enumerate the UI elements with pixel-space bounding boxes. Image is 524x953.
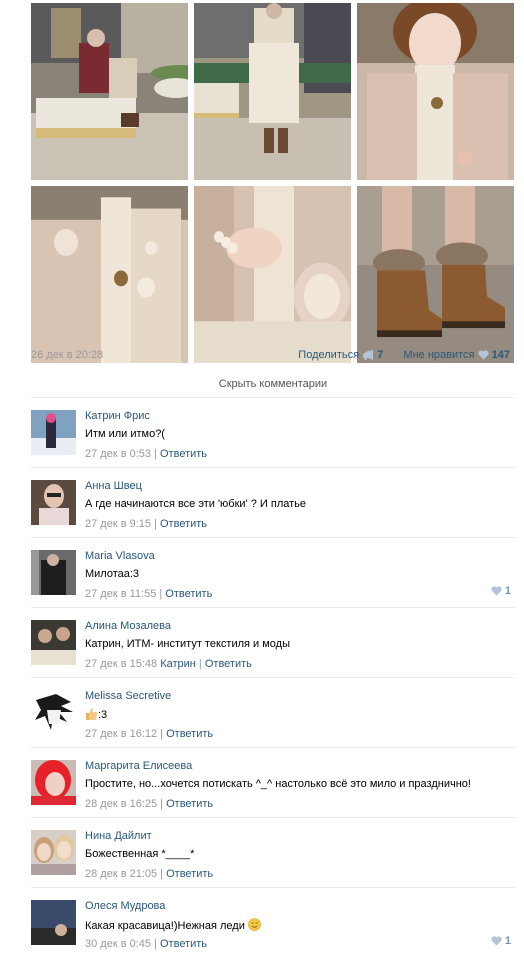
comment-time[interactable]: 27 дек в 0:53: [85, 448, 151, 460]
comment-item: Маргарита Елисеева Простите, но...хочетс…: [31, 747, 515, 817]
comment-time[interactable]: 27 дек в 16:12: [85, 728, 157, 740]
like-count: 147: [491, 349, 510, 361]
comment-time[interactable]: 30 дек в 0:45: [85, 938, 151, 950]
comment-author[interactable]: Нина Дайлит: [85, 830, 152, 842]
reply-to-link[interactable]: Катрин: [160, 658, 196, 670]
heart-icon: [491, 586, 502, 596]
heart-icon: [477, 350, 489, 360]
comment-text: Простите, но...хочется потискать ^_^ нас…: [85, 778, 471, 790]
avatar[interactable]: [31, 830, 76, 875]
comment-time[interactable]: 27 дек в 15:48: [85, 658, 157, 670]
heart-icon: [491, 936, 502, 946]
comment-item: Олеся Мудрова Какая красавица!)Нежная ле…: [31, 887, 515, 953]
avatar[interactable]: [31, 900, 76, 945]
comment-meta: 28 дек в 16:25 | Ответить: [85, 798, 214, 810]
avatar[interactable]: [31, 760, 76, 805]
hide-comments-link[interactable]: Скрыть комментарии: [31, 378, 515, 390]
post-date[interactable]: 26 дек в 20:28: [31, 349, 103, 361]
comment-text-content: :3: [98, 709, 108, 721]
comment-item: Maria Vlasova Милотаа:3 27 дек в 11:55 |…: [31, 537, 515, 607]
post-actions: Поделиться 7 Мне нравится 147: [298, 349, 510, 361]
share-label: Поделиться: [298, 349, 360, 361]
photo-dress-detail[interactable]: [31, 186, 188, 363]
photo-boots[interactable]: [357, 186, 514, 363]
comment-item: Нина Дайлит Божественная *____* 28 дек в…: [31, 817, 515, 887]
reply-link[interactable]: Ответить: [165, 588, 212, 600]
avatar[interactable]: [31, 620, 76, 665]
photo-hands-bag[interactable]: [194, 186, 351, 363]
photo-portrait[interactable]: [357, 3, 514, 180]
like-button[interactable]: Мне нравится 147: [403, 349, 510, 361]
comment-like-button[interactable]: 1: [491, 935, 511, 947]
comment-item: Анна Швец А где начинаются все эти 'юбки…: [31, 467, 515, 537]
comment-like-count: 1: [504, 935, 511, 947]
avatar[interactable]: [31, 690, 76, 735]
comment-meta: 28 дек в 21:05 | Ответить: [85, 868, 214, 880]
comment-text: Катрин, ИТМ- институт текстиля и моды: [85, 638, 290, 650]
reply-link[interactable]: Ответить: [205, 658, 252, 670]
reply-link[interactable]: Ответить: [166, 728, 213, 740]
comment-time[interactable]: 27 дек в 11:55: [85, 588, 156, 600]
reply-link[interactable]: Ответить: [160, 518, 207, 530]
megaphone-icon: [363, 350, 374, 361]
share-button[interactable]: Поделиться 7: [298, 349, 386, 361]
comment-text: А где начинаются все эти 'юбки' ? И плат…: [85, 498, 306, 510]
comment-time[interactable]: 28 дек в 21:05: [85, 868, 157, 880]
avatar[interactable]: [31, 550, 76, 595]
comment-text: Милотаа:3: [85, 568, 140, 580]
reply-link[interactable]: Ответить: [166, 868, 213, 880]
comment-time[interactable]: 27 дек в 9:15: [85, 518, 151, 530]
avatar[interactable]: [31, 410, 76, 455]
comment-meta: 27 дек в 15:48 Катрин | Ответить: [85, 658, 252, 670]
comment-item: Melissa Secretive :3 27 дек в 16:12 | От…: [31, 677, 515, 747]
reply-link[interactable]: Ответить: [160, 448, 207, 460]
comment-item: Алина Мозалева Катрин, ИТМ- институт тек…: [31, 607, 515, 677]
post-meta: 26 дек в 20:28 Поделиться 7 Мне нравится…: [31, 349, 510, 365]
comment-time[interactable]: 28 дек в 16:25: [85, 798, 157, 810]
comment-text: Какая красавица!)Нежная леди: [85, 918, 261, 932]
comment-author[interactable]: Maria Vlasova: [85, 550, 155, 562]
comment-meta: 30 дек в 0:45 | Ответить: [85, 938, 208, 950]
reply-link[interactable]: Ответить: [166, 798, 213, 810]
comment-meta: 27 дек в 9:15 | Ответить: [85, 518, 208, 530]
comment-meta: 27 дек в 11:55 | Ответить: [85, 588, 213, 600]
comment-author[interactable]: Melissa Secretive: [85, 690, 171, 702]
thumbs-up-icon: [86, 708, 98, 720]
photo-mall-standing[interactable]: [194, 3, 351, 180]
comment-text-content: Какая красавица!)Нежная леди: [85, 920, 245, 932]
comment-author[interactable]: Олеся Мудрова: [85, 900, 165, 912]
comment-author[interactable]: Анна Швец: [85, 480, 142, 492]
photo-mall-seated[interactable]: [31, 3, 188, 180]
comment-item: Катрин Фрис Итм или итмо?( 27 дек в 0:53…: [31, 397, 515, 467]
comment-meta: 27 дек в 16:12 | Ответить: [85, 728, 214, 740]
comment-like-button[interactable]: 1: [491, 585, 511, 597]
comment-text: :3: [85, 708, 107, 721]
share-count: 7: [377, 349, 384, 361]
comment-text: Итм или итмо?(: [85, 428, 165, 440]
comment-author[interactable]: Маргарита Елисеева: [85, 760, 192, 772]
comment-like-count: 1: [504, 585, 511, 597]
reply-link[interactable]: Ответить: [160, 938, 207, 950]
avatar[interactable]: [31, 480, 76, 525]
comment-meta: 27 дек в 0:53 | Ответить: [85, 448, 208, 460]
comment-author[interactable]: Алина Мозалева: [85, 620, 171, 632]
comment-author[interactable]: Катрин Фрис: [85, 410, 150, 422]
like-label: Мне нравится: [403, 349, 475, 361]
smile-icon: [248, 918, 261, 931]
comment-text: Божественная *____*: [85, 848, 195, 860]
